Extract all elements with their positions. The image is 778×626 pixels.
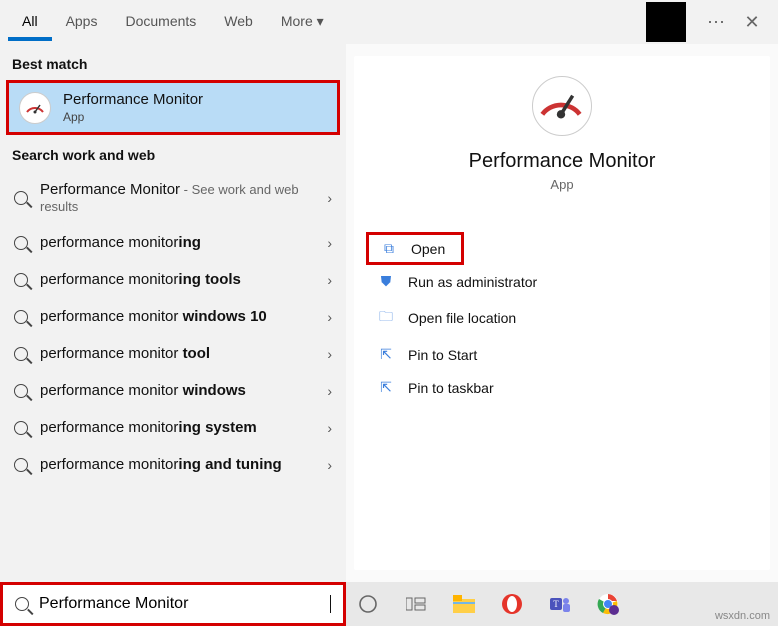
search-icon bbox=[14, 384, 28, 398]
chevron-right-icon: › bbox=[327, 190, 332, 206]
search-icon bbox=[14, 458, 28, 472]
suggestion-text: Performance Monitor - See work and web r… bbox=[40, 181, 315, 214]
chevron-right-icon: › bbox=[327, 272, 332, 288]
suggestion-text: performance monitoring tools bbox=[40, 271, 241, 288]
chevron-right-icon: › bbox=[327, 457, 332, 473]
tab-web[interactable]: Web bbox=[210, 3, 267, 41]
search-suggestion[interactable]: Performance Monitor - See work and web r… bbox=[0, 171, 346, 224]
explorer-icon[interactable] bbox=[452, 592, 476, 616]
search-icon bbox=[14, 310, 28, 324]
tab-all[interactable]: All bbox=[8, 3, 52, 41]
best-match-title: Performance Monitor bbox=[63, 91, 203, 108]
search-web-label: Search work and web bbox=[0, 135, 346, 171]
chevron-right-icon: › bbox=[327, 235, 332, 251]
pin-icon: ⇱ bbox=[378, 379, 394, 396]
search-icon bbox=[14, 191, 28, 205]
cortana-icon[interactable] bbox=[356, 592, 380, 616]
suggestion-text: performance monitoring system bbox=[40, 419, 257, 436]
chevron-down-icon: ▾ bbox=[317, 13, 324, 29]
search-icon bbox=[14, 347, 28, 361]
search-icon bbox=[15, 597, 29, 611]
search-icon bbox=[14, 236, 28, 250]
search-icon bbox=[14, 273, 28, 287]
suggestion-text: performance monitor windows 10 bbox=[40, 308, 267, 325]
chevron-right-icon: › bbox=[327, 346, 332, 362]
app-title: Performance Monitor bbox=[354, 150, 770, 173]
search-suggestion[interactable]: performance monitor windows 10 › bbox=[0, 298, 346, 335]
open-icon: ⧉ bbox=[381, 240, 397, 257]
details-pane: Performance Monitor App ⧉ Open ⛊ Run as … bbox=[346, 44, 778, 582]
suggestion-text: performance monitoring bbox=[40, 234, 201, 251]
search-icon bbox=[14, 421, 28, 435]
taskbar: T bbox=[346, 582, 778, 626]
search-suggestion[interactable]: performance monitoring system › bbox=[0, 409, 346, 446]
tab-documents[interactable]: Documents bbox=[111, 3, 210, 41]
header-tabs: All Apps Documents Web More ▾ ⋯ ✕ bbox=[0, 0, 778, 44]
search-suggestion[interactable]: performance monitor tool › bbox=[0, 335, 346, 372]
search-input[interactable] bbox=[39, 595, 324, 613]
app-sub: App bbox=[354, 177, 770, 192]
search-suggestion[interactable]: performance monitoring and tuning › bbox=[0, 446, 346, 483]
search-suggestion[interactable]: performance monitor windows › bbox=[0, 372, 346, 409]
pin-icon: ⇱ bbox=[378, 346, 394, 363]
open-location-action[interactable]: 🗀 Open file location bbox=[362, 298, 762, 338]
svg-text:T: T bbox=[553, 599, 559, 609]
opera-icon[interactable] bbox=[500, 592, 524, 616]
results-pane: Best match Performance Monitor App Searc… bbox=[0, 44, 346, 582]
best-match-sub: App bbox=[63, 110, 203, 124]
close-icon[interactable]: ✕ bbox=[734, 12, 770, 33]
suggestion-text: performance monitoring and tuning bbox=[40, 456, 282, 473]
pin-taskbar-action[interactable]: ⇱ Pin to taskbar bbox=[362, 371, 762, 404]
chevron-right-icon: › bbox=[327, 309, 332, 325]
tab-more[interactable]: More ▾ bbox=[267, 3, 338, 42]
run-as-admin-action[interactable]: ⛊ Run as administrator bbox=[362, 265, 762, 298]
teams-icon[interactable]: T bbox=[548, 592, 572, 616]
pin-start-action[interactable]: ⇱ Pin to Start bbox=[362, 338, 762, 371]
watermark: wsxdn.com bbox=[715, 610, 770, 622]
task-view-icon[interactable] bbox=[404, 592, 428, 616]
chevron-right-icon: › bbox=[327, 420, 332, 436]
best-match-item[interactable]: Performance Monitor App bbox=[6, 80, 340, 135]
search-suggestion[interactable]: performance monitoring tools › bbox=[0, 261, 346, 298]
search-box[interactable] bbox=[0, 582, 346, 626]
suggestion-text: performance monitor windows bbox=[40, 382, 246, 399]
gauge-icon bbox=[19, 92, 51, 124]
tab-apps[interactable]: Apps bbox=[52, 3, 112, 41]
admin-icon: ⛊ bbox=[378, 273, 394, 290]
search-suggestion[interactable]: performance monitoring › bbox=[0, 224, 346, 261]
gauge-icon bbox=[532, 76, 592, 136]
open-action[interactable]: ⧉ Open bbox=[366, 232, 464, 265]
chevron-right-icon: › bbox=[327, 383, 332, 399]
suggestion-text: performance monitor tool bbox=[40, 345, 210, 362]
account-badge[interactable] bbox=[646, 2, 686, 42]
chrome-icon[interactable] bbox=[596, 592, 620, 616]
more-options-icon[interactable]: ⋯ bbox=[698, 12, 734, 33]
best-match-label: Best match bbox=[0, 44, 346, 80]
folder-icon: 🗀 bbox=[378, 306, 394, 330]
